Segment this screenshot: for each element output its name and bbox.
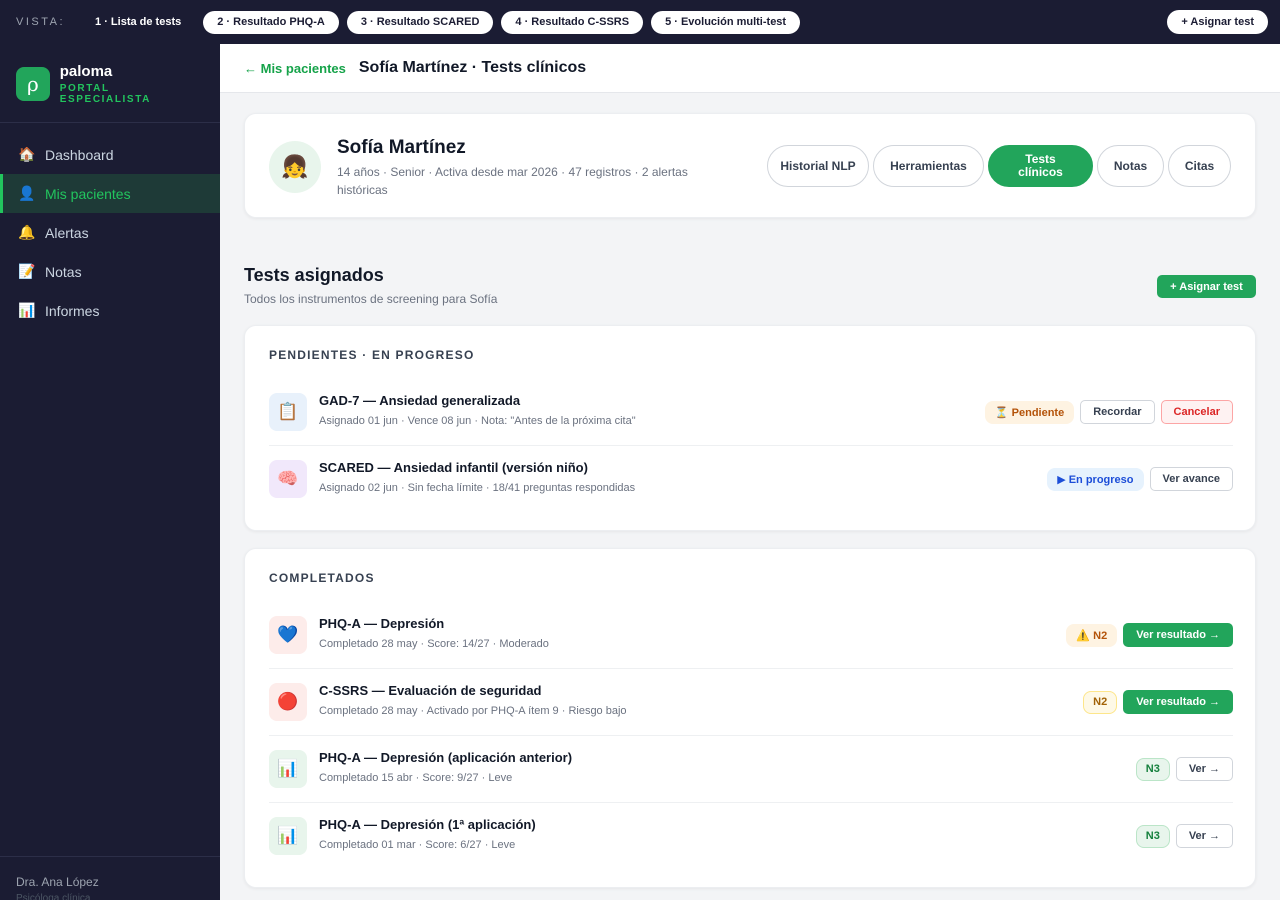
test-row-phqa: 💙 PHQ-A — Depresión Completado 28 may · … xyxy=(269,602,1233,669)
brand-subtitle: PORTAL ESPECIALISTA xyxy=(59,83,151,105)
test-meta: Completado 28 may · Activado por PHQ-A í… xyxy=(319,705,627,717)
tab-herramientas[interactable]: Herramientas xyxy=(873,145,984,187)
brand: ρ paloma PORTAL ESPECIALISTA xyxy=(0,44,220,123)
level-badge: N2 xyxy=(1083,690,1118,714)
back-to-patients-link[interactable]: ← Mis pacientes xyxy=(244,61,346,76)
patient-name: Sofía Martínez xyxy=(337,137,466,158)
user-name: Dra. Ana López xyxy=(16,875,99,889)
test-meta: Completado 15 abr · Score: 9/27 · Leve xyxy=(319,772,513,784)
bar-chart-icon: 📊 xyxy=(269,817,307,855)
status-badge: ▶ En progreso xyxy=(1047,467,1144,491)
pending-group-title: PENDIENTES · EN PROGRESO xyxy=(269,348,475,362)
sidebar: ρ paloma PORTAL ESPECIALISTA 🏠 Dashboard… xyxy=(0,44,220,900)
test-name: PHQ-A — Depresión xyxy=(319,616,445,631)
row-actions: ▶ En progreso Ver avance xyxy=(1041,467,1233,491)
red-circle-icon: 🔴 xyxy=(269,683,307,721)
paloma-logo-icon: ρ xyxy=(16,67,50,101)
sidebar-item-dashboard[interactable]: 🏠 Dashboard xyxy=(0,135,220,174)
patient-tabs: Historial NLP Herramientas Tests clínico… xyxy=(763,145,1231,187)
view-tab-scared-result[interactable]: 3 · Resultado SCARED xyxy=(346,10,494,34)
tab-notas[interactable]: Notas xyxy=(1097,145,1164,187)
bar-chart-icon: 📊 xyxy=(269,750,307,788)
view-progress-button[interactable]: Ver avance xyxy=(1149,467,1233,491)
view-tab-phqa-result[interactable]: 2 · Resultado PHQ-A xyxy=(203,10,339,34)
patient-avatar: 👧 xyxy=(269,141,321,193)
view-button[interactable]: Ver → xyxy=(1175,757,1233,781)
test-meta: Completado 28 may · Score: 14/27 · Moder… xyxy=(319,638,549,650)
assign-test-button[interactable]: + Asignar test xyxy=(1157,275,1256,298)
sidebar-nav: 🏠 Dashboard 👤 Mis pacientes 🔔 Alertas 📝 … xyxy=(0,123,220,330)
view-result-button[interactable]: Ver resultado → xyxy=(1123,623,1233,647)
sidebar-item-label: Informes xyxy=(45,302,100,319)
test-meta: Asignado 02 jun · Sin fecha límite · 18/… xyxy=(319,482,636,494)
test-name: C-SSRS — Evaluación de seguridad xyxy=(319,683,542,698)
sidebar-item-informes[interactable]: 📊 Informes xyxy=(0,291,220,330)
sidebar-item-label: Notas xyxy=(45,263,82,280)
view-result-button[interactable]: Ver resultado → xyxy=(1123,690,1233,714)
cancel-button[interactable]: Cancelar xyxy=(1160,400,1233,424)
test-row-cssrs: 🔴 C-SSRS — Evaluación de seguridad Compl… xyxy=(269,669,1233,736)
page-header: ← Mis pacientes Sofía Martínez · Tests c… xyxy=(220,44,1280,93)
completed-tests-card: COMPLETADOS 💙 PHQ-A — Depresión Completa… xyxy=(244,548,1256,888)
section-title: Tests asignados xyxy=(244,265,384,285)
level-badge: ⚠️ N2 xyxy=(1066,623,1118,647)
view-switcher-bar: VISTA: 1 · Lista de tests 2 · Resultado … xyxy=(0,0,1280,44)
row-actions: ⏳ Pendiente Recordar Cancelar xyxy=(979,400,1233,424)
test-row-gad7: 📋 GAD-7 — Ansiedad generalizada Asignado… xyxy=(269,379,1233,446)
bell-icon: 🔔 xyxy=(18,224,36,240)
test-name: SCARED — Ansiedad infantil (versión niño… xyxy=(319,460,588,475)
test-name: PHQ-A — Depresión (aplicación anterior) xyxy=(319,750,573,765)
sidebar-item-label: Alertas xyxy=(45,224,89,241)
brand-name: paloma xyxy=(59,63,113,80)
row-actions: ⚠️ N2 Ver resultado → xyxy=(1060,623,1233,647)
row-actions: N2 Ver resultado → xyxy=(1077,690,1233,714)
test-row-phqa-first: 📊 PHQ-A — Depresión (1ª aplicación) Comp… xyxy=(269,803,1233,870)
remind-button[interactable]: Recordar xyxy=(1080,400,1155,424)
test-meta: Completado 01 mar · Score: 6/27 · Leve xyxy=(319,839,516,851)
clipboard-icon: 📋 xyxy=(269,393,307,431)
pending-tests-card: PENDIENTES · EN PROGRESO 📋 GAD-7 — Ansie… xyxy=(244,325,1256,531)
view-tab-multitest-evolution[interactable]: 5 · Evolución multi-test xyxy=(651,10,801,34)
level-badge: N3 xyxy=(1135,757,1170,781)
section-subtitle: Todos los instrumentos de screening para… xyxy=(244,292,498,306)
page-title: Sofía Martínez · Tests clínicos xyxy=(358,59,587,76)
blue-heart-icon: 💙 xyxy=(269,616,307,654)
status-badge: ⏳ Pendiente xyxy=(984,400,1075,424)
view-label: VISTA: xyxy=(16,16,66,28)
sidebar-item-notas[interactable]: 📝 Notas xyxy=(0,252,220,291)
view-tab-cssrs-result[interactable]: 4 · Resultado C-SSRS xyxy=(501,10,644,34)
girl-icon: 👧 xyxy=(281,154,309,179)
sidebar-item-label: Mis pacientes xyxy=(45,185,131,202)
current-user[interactable]: Dra. Ana López Psicóloga clínica xyxy=(0,856,220,900)
tab-historial-nlp[interactable]: Historial NLP xyxy=(767,145,869,187)
patient-card: 👧 Sofía Martínez 14 años · Senior · Acti… xyxy=(244,113,1256,218)
level-badge: N3 xyxy=(1135,824,1170,848)
view-tab-test-list[interactable]: 1 · Lista de tests xyxy=(95,11,189,34)
test-name: PHQ-A — Depresión (1ª aplicación) xyxy=(319,817,536,832)
topbar-assign-test-button[interactable]: + Asignar test xyxy=(1167,10,1268,34)
bar-chart-icon: 📊 xyxy=(18,302,36,318)
tab-citas[interactable]: Citas xyxy=(1168,145,1231,187)
house-icon: 🏠 xyxy=(18,146,36,162)
patient-meta: 14 años · Senior · Activa desde mar 2026… xyxy=(337,165,688,197)
user-role: Psicóloga clínica xyxy=(16,893,91,900)
row-actions: N3 Ver → xyxy=(1130,757,1233,781)
tab-tests-clinicos[interactable]: Tests clínicos xyxy=(988,145,1093,187)
row-actions: N3 Ver → xyxy=(1130,824,1233,848)
test-name: GAD-7 — Ansiedad generalizada xyxy=(319,393,521,408)
sidebar-item-mis-pacientes[interactable]: 👤 Mis pacientes xyxy=(0,174,220,213)
test-row-phqa-previous: 📊 PHQ-A — Depresión (aplicación anterior… xyxy=(269,736,1233,803)
sidebar-item-label: Dashboard xyxy=(45,146,114,163)
memo-icon: 📝 xyxy=(18,263,36,279)
sidebar-item-alertas[interactable]: 🔔 Alertas xyxy=(0,213,220,252)
test-meta: Asignado 01 jun · Vence 08 jun · Nota: "… xyxy=(319,415,636,427)
completed-group-title: COMPLETADOS xyxy=(269,571,375,585)
brain-icon: 🧠 xyxy=(269,460,307,498)
test-row-scared: 🧠 SCARED — Ansiedad infantil (versión ni… xyxy=(269,446,1233,513)
user-icon: 👤 xyxy=(18,185,36,201)
view-button[interactable]: Ver → xyxy=(1175,824,1233,848)
